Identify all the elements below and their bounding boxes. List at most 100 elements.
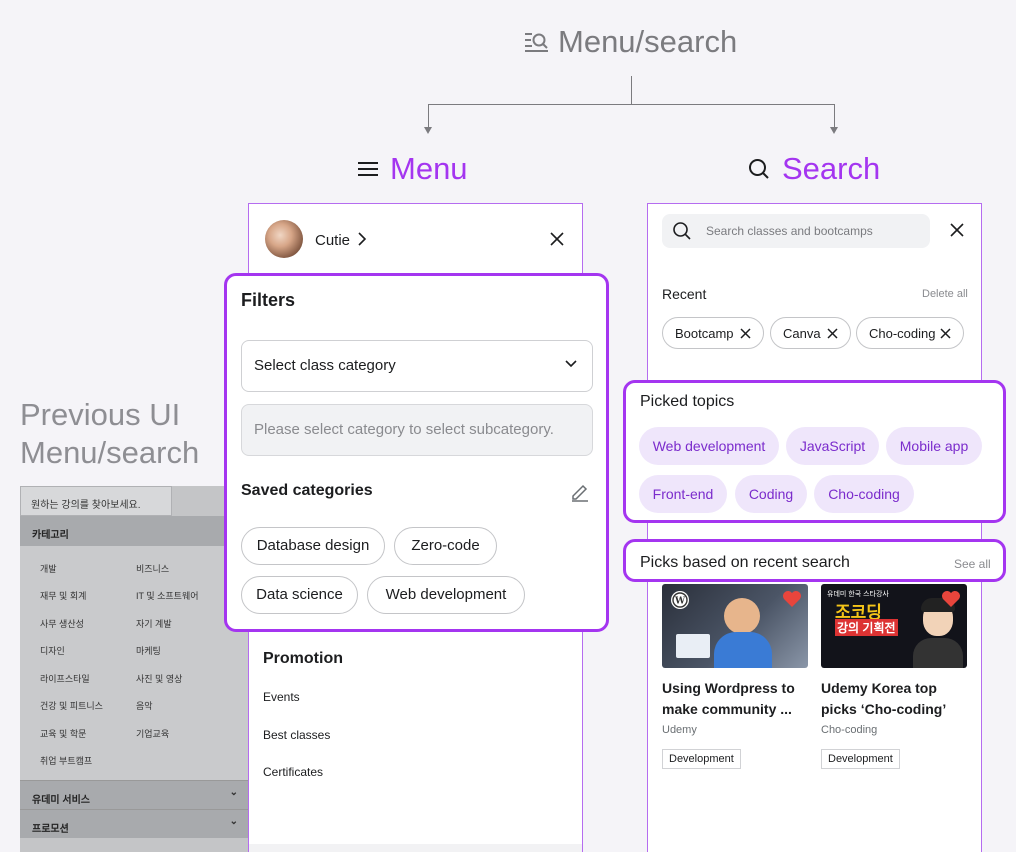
course-tag: Development	[821, 749, 900, 769]
avatar[interactable]	[265, 220, 303, 258]
thumbnail-figure	[724, 598, 760, 634]
connector-line	[834, 104, 835, 128]
close-icon[interactable]	[827, 328, 838, 339]
search-field[interactable]	[662, 214, 930, 248]
promotion-title: Promotion	[263, 650, 343, 667]
topic-chip[interactable]: Coding	[735, 475, 807, 513]
category-select[interactable]: Select class category	[241, 340, 593, 392]
connector-line	[631, 76, 632, 104]
previous-category-item[interactable]: 재무 및 회계	[40, 589, 86, 602]
heart-icon[interactable]	[941, 590, 961, 608]
saved-chip[interactable]: Zero-code	[394, 527, 497, 565]
course-thumbnail[interactable]: W	[662, 584, 808, 668]
previous-accordion-services[interactable]: 유데미 서비스 ⌄	[20, 780, 248, 809]
search-panel: Recent Delete all Bootcamp Canva Cho-cod…	[647, 203, 982, 852]
previous-search-input[interactable]: 원하는 강의를 찾아보세요.	[20, 486, 172, 516]
previous-category-item[interactable]: 개발	[40, 562, 57, 575]
thumbnail-figure-body	[913, 638, 963, 668]
menu-heading: Menu	[358, 150, 468, 188]
svg-text:W: W	[674, 597, 686, 607]
previous-accordion-promotion[interactable]: 프로모션 ⌄	[20, 809, 248, 838]
thumbnail-caption-line3: 강의 기획전	[835, 619, 898, 636]
previous-category-item[interactable]: 디자인	[40, 644, 65, 657]
promotion-item-certificates[interactable]: Certificates	[263, 765, 323, 779]
arrow-down-icon	[830, 127, 838, 134]
previous-category-header: 카테고리	[20, 516, 248, 546]
previous-ui-screenshot: 원하는 강의를 찾아보세요. 카테고리 개발 재무 및 회계 사무 생산성 디자…	[20, 486, 248, 852]
course-thumbnail[interactable]: 유데미 한국 스타강사 조코딩 강의 기획전	[821, 584, 967, 668]
previous-category-item[interactable]: 건강 및 피트니스	[40, 699, 103, 712]
course-author: Udemy	[662, 724, 697, 736]
recent-chip[interactable]: Cho-coding	[856, 317, 964, 349]
saved-chip[interactable]: Web development	[367, 576, 525, 614]
topic-chip[interactable]: JavaScript	[786, 427, 879, 465]
close-icon[interactable]	[549, 231, 565, 247]
menu-heading-text: Menu	[390, 151, 468, 186]
saved-chip[interactable]: Data science	[241, 576, 358, 614]
picks-recent-card: Picks based on recent search See all	[623, 539, 1006, 582]
chevron-down-icon	[565, 360, 577, 368]
topic-chip[interactable]: Front-end	[639, 475, 727, 513]
topic-chip[interactable]: Mobile app	[886, 427, 982, 465]
course-title[interactable]: Udemy Korea top picks ‘Cho-coding’	[821, 678, 967, 720]
chevron-right-icon[interactable]	[357, 231, 367, 247]
filters-card: Filters Select class category Please sel…	[224, 273, 609, 632]
promotion-item-best-classes[interactable]: Best classes	[263, 728, 330, 742]
previous-category-item[interactable]: 교육 및 학문	[40, 727, 86, 740]
previous-category-item[interactable]: 라이프스타일	[40, 672, 90, 685]
user-name[interactable]: Cutie	[315, 232, 350, 249]
chevron-down-icon: ⌄	[229, 787, 238, 798]
course-tag: Development	[662, 749, 741, 769]
chevron-down-icon: ⌄	[229, 816, 238, 827]
menu-bottom-bar	[249, 844, 582, 852]
previous-category-item[interactable]: 사진 및 영상	[136, 672, 182, 685]
recent-title: Recent	[662, 286, 707, 302]
search-input[interactable]	[706, 222, 916, 240]
previous-category-item[interactable]: 자기 계발	[136, 617, 172, 630]
heart-icon[interactable]	[782, 590, 802, 608]
subcategory-select[interactable]: Please select category to select subcate…	[241, 404, 593, 456]
connector-line	[428, 104, 835, 105]
search-icon	[673, 222, 691, 240]
topic-chip[interactable]: Web development	[639, 427, 779, 465]
diagram-title-text: Menu/search	[558, 24, 738, 59]
search-icon	[749, 159, 769, 179]
diagram-title: Menu/search	[524, 22, 737, 62]
previous-ui-title: Previous UI Menu/search	[20, 397, 200, 470]
previous-category-item[interactable]: 음악	[136, 699, 153, 712]
recent-chip[interactable]: Canva	[770, 317, 851, 349]
picked-topics-card: Picked topics Web development JavaScript…	[623, 380, 1006, 523]
previous-category-item[interactable]: 취업 부트캠프	[40, 754, 92, 767]
picks-title: Picks based on recent search	[640, 554, 850, 571]
connector-line	[428, 104, 429, 128]
hamburger-icon	[358, 162, 378, 176]
topic-chip[interactable]: Cho-coding	[814, 475, 914, 513]
recent-chip[interactable]: Bootcamp	[662, 317, 764, 349]
thumbnail-chart	[676, 634, 710, 658]
course-title[interactable]: Using Wordpress to make community ...	[662, 678, 808, 720]
saved-chip[interactable]: Database design	[241, 527, 385, 565]
promotion-item-events[interactable]: Events	[263, 690, 300, 704]
thumbnail-figure-body	[714, 632, 772, 668]
previous-category-item[interactable]: 비즈니스	[136, 562, 169, 575]
delete-all-link[interactable]: Delete all	[922, 288, 968, 300]
previous-category-item[interactable]: IT 및 소프트웨어	[136, 589, 199, 602]
previous-category-item[interactable]: 사무 생산성	[40, 617, 84, 630]
arrow-down-icon	[424, 127, 432, 134]
see-all-link[interactable]: See all	[954, 557, 991, 571]
wordpress-icon: W	[671, 591, 689, 609]
previous-category-list: 개발 재무 및 회계 사무 생산성 디자인 라이프스타일 건강 및 피트니스 교…	[20, 546, 248, 780]
close-icon[interactable]	[740, 328, 751, 339]
menu-user-header: Cutie	[249, 204, 582, 276]
close-icon[interactable]	[949, 222, 965, 238]
previous-category-item[interactable]: 기업교육	[136, 727, 169, 740]
previous-category-item[interactable]: 마케팅	[136, 644, 161, 657]
pencil-icon[interactable]	[570, 482, 590, 502]
filters-title: Filters	[241, 290, 296, 310]
saved-categories-title: Saved categories	[241, 482, 373, 499]
picked-topics-title: Picked topics	[640, 393, 735, 410]
course-author: Cho-coding	[821, 724, 878, 736]
list-search-icon	[525, 33, 548, 52]
search-heading-text: Search	[782, 151, 881, 186]
close-icon[interactable]	[940, 328, 951, 339]
